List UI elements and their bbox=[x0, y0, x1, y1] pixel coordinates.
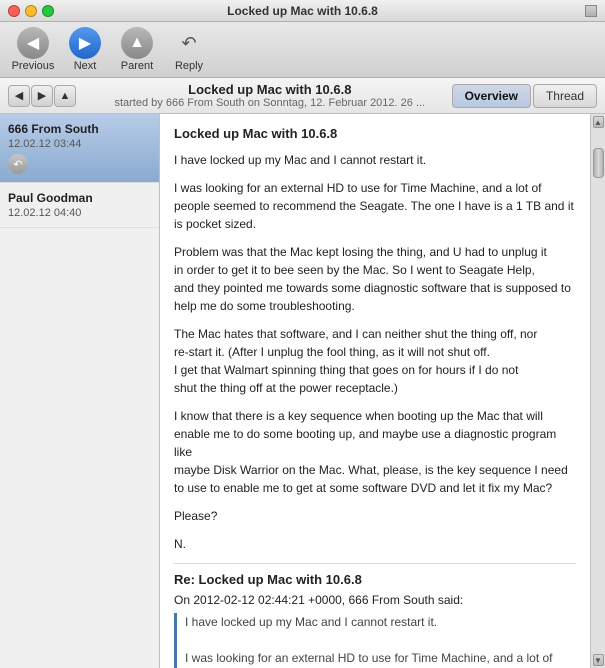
resize-handle[interactable] bbox=[585, 5, 597, 17]
body-p6: Please? bbox=[174, 507, 576, 525]
body-p1: I have locked up my Mac and I cannot res… bbox=[174, 151, 576, 169]
main-area: 666 From South 12.02.12 03:44 ↶ Paul Goo… bbox=[0, 114, 605, 668]
body-p4: The Mac hates that software, and I can n… bbox=[174, 325, 576, 397]
body-p2: I was looking for an external HD to use … bbox=[174, 179, 576, 233]
window-controls bbox=[8, 5, 54, 17]
tab-overview[interactable]: Overview bbox=[452, 84, 531, 108]
title-bar: Locked up Mac with 10.6.8 bbox=[0, 0, 605, 22]
message-subject-1: Locked up Mac with 10.6.8 bbox=[174, 126, 576, 141]
previous-label: Previous bbox=[12, 60, 55, 72]
date-2: 12.02.12 04:40 bbox=[8, 207, 151, 219]
scrollbar-up-arrow[interactable]: ▲ bbox=[593, 116, 604, 128]
scrollbar[interactable]: ▲ ▼ bbox=[590, 114, 605, 668]
subheader-info: Locked up Mac with 10.6.8 started by 666… bbox=[88, 82, 452, 109]
sender-1: 666 From South bbox=[8, 122, 151, 136]
maximize-button[interactable] bbox=[42, 5, 54, 17]
reply-icon: ↶ bbox=[173, 27, 205, 59]
date-1: 12.02.12 03:44 bbox=[8, 138, 151, 150]
toolbar: ◀ Previous ▶ Next ▲ Parent ↶ Reply bbox=[0, 22, 605, 78]
body-p7: N. bbox=[174, 535, 576, 553]
subheader-meta: started by 666 From South on Sonntag, 12… bbox=[88, 97, 452, 109]
parent-button[interactable]: ▲ Parent bbox=[112, 26, 162, 74]
message-list-item-1[interactable]: 666 From South 12.02.12 03:44 ↶ bbox=[0, 114, 159, 183]
parent-icon: ▲ bbox=[121, 27, 153, 59]
message-list-item-2[interactable]: Paul Goodman 12.02.12 04:40 bbox=[0, 183, 159, 228]
subheader-tabs: Overview Thread bbox=[452, 84, 597, 108]
message-content: Locked up Mac with 10.6.8 I have locked … bbox=[160, 114, 590, 668]
message-quote-2: I have locked up my Mac and I cannot res… bbox=[174, 613, 576, 668]
close-button[interactable] bbox=[8, 5, 20, 17]
next-label: Next bbox=[74, 60, 97, 72]
previous-icon: ◀ bbox=[17, 27, 49, 59]
reply-button[interactable]: ↶ Reply bbox=[164, 26, 214, 74]
reply-icon-1: ↶ bbox=[8, 154, 28, 174]
previous-button[interactable]: ◀ Previous bbox=[8, 26, 58, 74]
message-subject-2: Re: Locked up Mac with 10.6.8 bbox=[174, 572, 576, 587]
nav-left-small[interactable]: ◀ bbox=[8, 85, 30, 107]
scrollbar-down-arrow[interactable]: ▼ bbox=[593, 654, 604, 666]
reply-label: Reply bbox=[175, 60, 203, 72]
next-button[interactable]: ▶ Next bbox=[60, 26, 110, 74]
body-p5: I know that there is a key sequence when… bbox=[174, 407, 576, 497]
scrollbar-thumb[interactable] bbox=[593, 148, 604, 178]
window-title: Locked up Mac with 10.6.8 bbox=[227, 4, 378, 18]
subheader-subject: Locked up Mac with 10.6.8 bbox=[88, 82, 452, 97]
subheader-nav: ◀ ▶ ▲ bbox=[8, 85, 76, 107]
nav-right-small[interactable]: ▶ bbox=[31, 85, 53, 107]
minimize-button[interactable] bbox=[25, 5, 37, 17]
message-list: 666 From South 12.02.12 03:44 ↶ Paul Goo… bbox=[0, 114, 160, 668]
sender-2: Paul Goodman bbox=[8, 191, 151, 205]
subheader: ◀ ▶ ▲ Locked up Mac with 10.6.8 started … bbox=[0, 78, 605, 114]
tab-thread[interactable]: Thread bbox=[533, 84, 597, 108]
message-divider bbox=[174, 563, 576, 564]
parent-label: Parent bbox=[121, 60, 153, 72]
next-icon: ▶ bbox=[69, 27, 101, 59]
body-p3: Problem was that the Mac kept losing the… bbox=[174, 243, 576, 315]
message-body-1: I have locked up my Mac and I cannot res… bbox=[174, 151, 576, 553]
nav-up-small[interactable]: ▲ bbox=[54, 85, 76, 107]
message-intro-2: On 2012-02-12 02:44:21 +0000, 666 From S… bbox=[174, 593, 576, 607]
